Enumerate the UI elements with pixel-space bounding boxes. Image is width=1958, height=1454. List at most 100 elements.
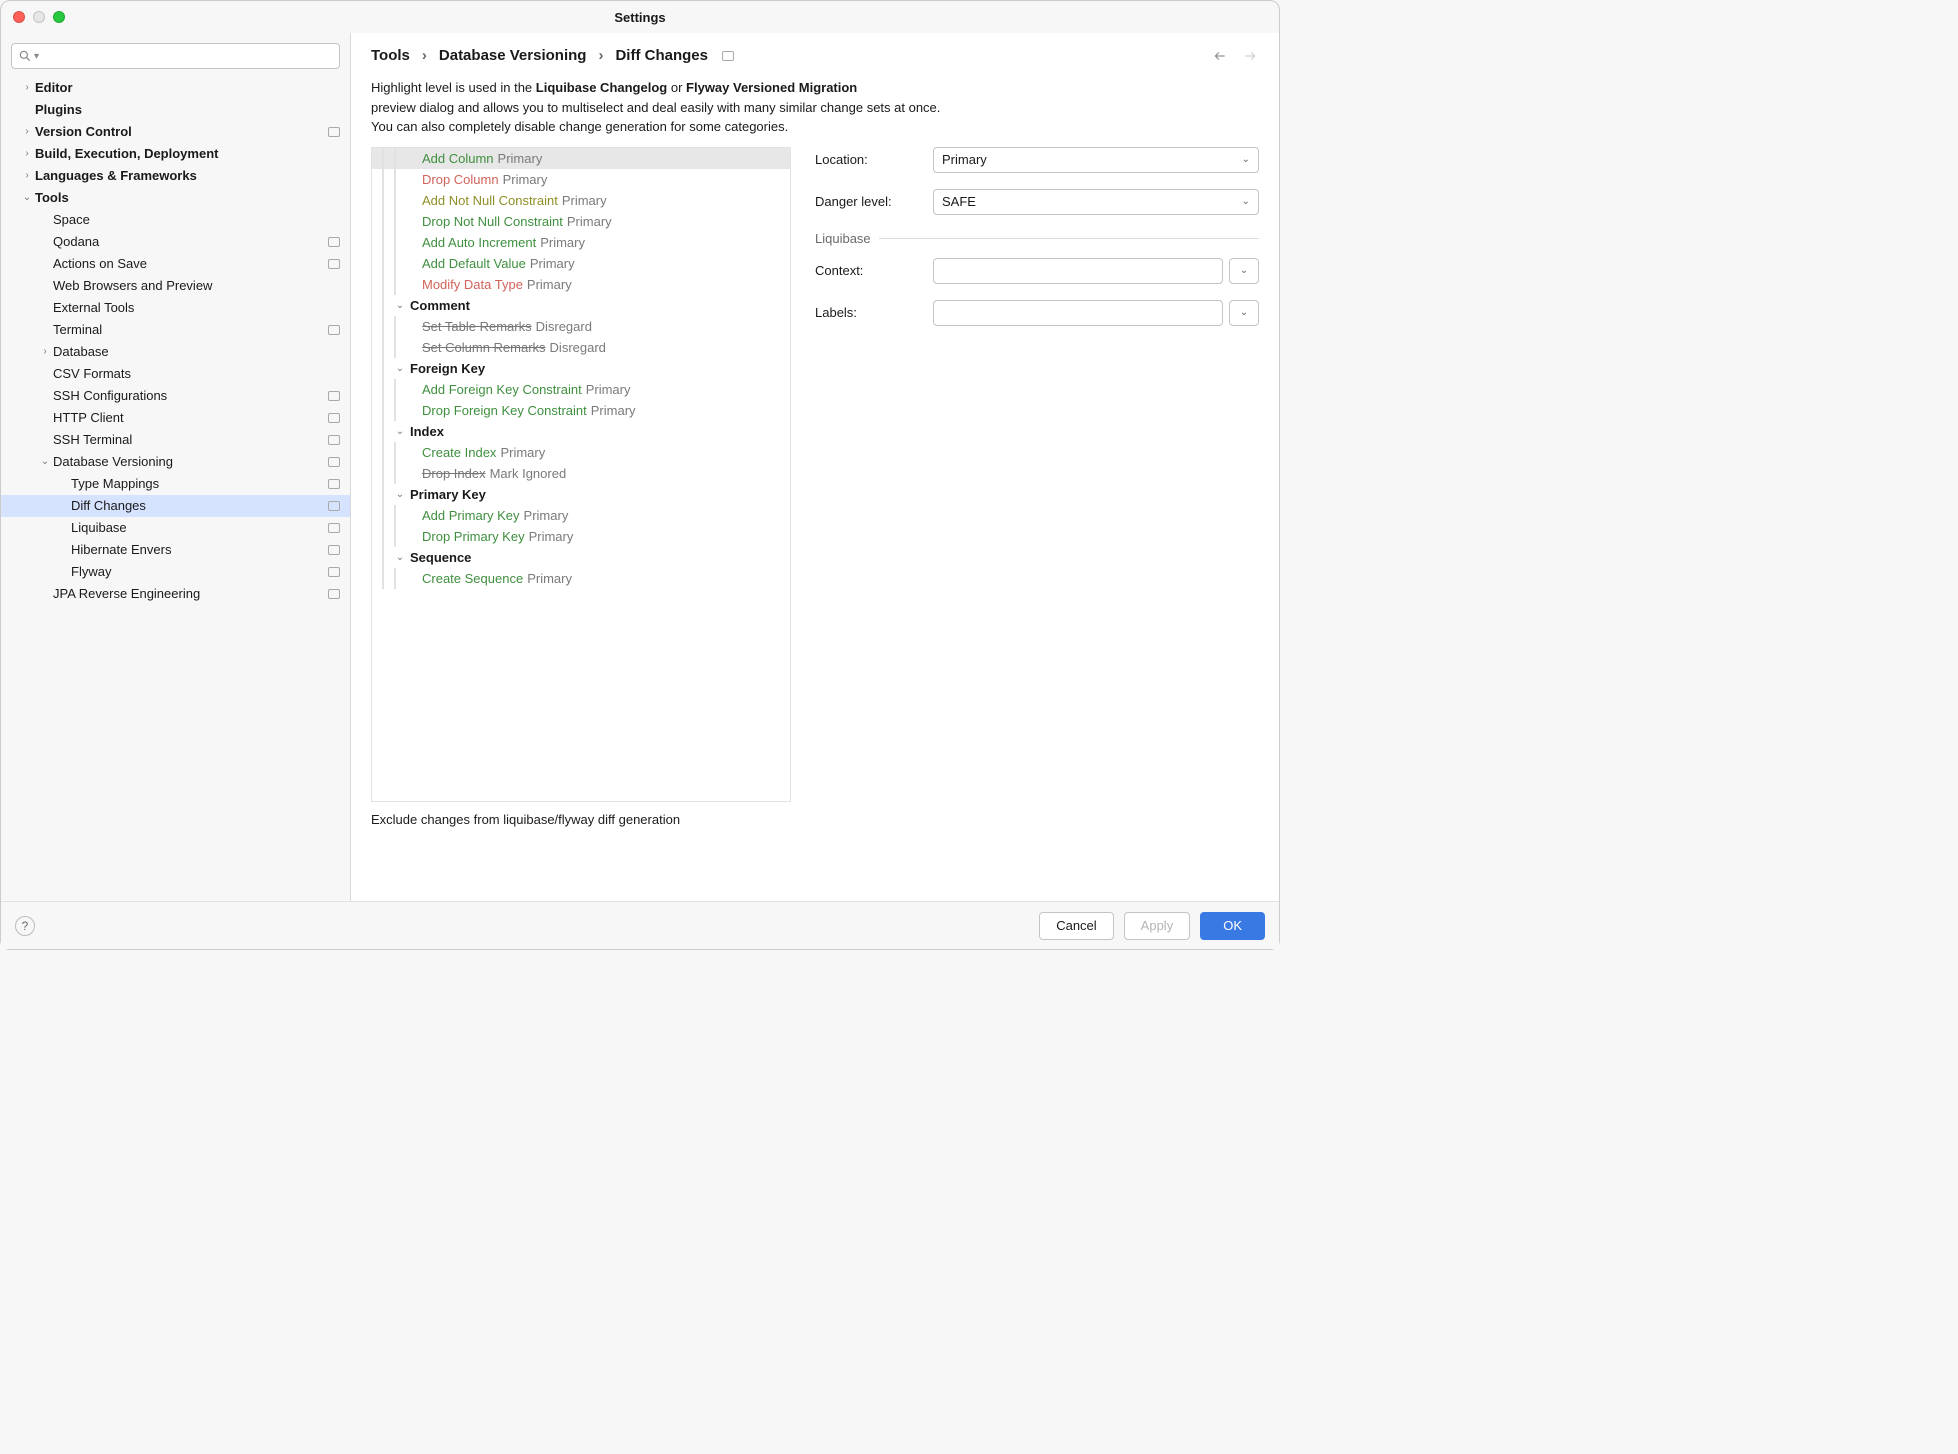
sidebar-item-label: JPA Reverse Engineering [53, 583, 200, 605]
sidebar-item-external-tools[interactable]: External Tools [1, 297, 350, 319]
context-expand-button[interactable]: ⌄ [1229, 258, 1259, 284]
main-panel: Tools › Database Versioning › Diff Chang… [351, 33, 1279, 901]
sidebar-item-liquibase[interactable]: Liquibase [1, 517, 350, 539]
sidebar-item-flyway[interactable]: Flyway [1, 561, 350, 583]
labels-expand-button[interactable]: ⌄ [1229, 300, 1259, 326]
tree-guide [394, 169, 396, 190]
cancel-button[interactable]: Cancel [1039, 912, 1113, 940]
sidebar-item-database-versioning[interactable]: ⌄Database Versioning [1, 451, 350, 473]
tree-item[interactable]: Add Foreign Key ConstraintPrimary [372, 379, 790, 400]
danger-level-select[interactable]: SAFE ⌄ [933, 189, 1259, 215]
sidebar-item-hibernate-envers[interactable]: Hibernate Envers [1, 539, 350, 561]
search-field[interactable] [43, 48, 333, 65]
window-title: Settings [1, 10, 1279, 25]
search-dropdown-icon[interactable]: ▾ [34, 51, 39, 62]
sidebar-item-ssh-configurations[interactable]: SSH Configurations [1, 385, 350, 407]
sidebar-item-diff-changes[interactable]: Diff Changes [1, 495, 350, 517]
chevron-down-icon: ⌄ [394, 552, 406, 563]
tree-item[interactable]: Drop ColumnPrimary [372, 169, 790, 190]
breadcrumb-tools[interactable]: Tools [371, 47, 410, 64]
tree-item[interactable]: Drop Not Null ConstraintPrimary [372, 211, 790, 232]
scope-badge-icon [328, 545, 340, 555]
tree-item-action: Drop Foreign Key Constraint [422, 403, 587, 418]
sidebar-item-actions-on-save[interactable]: Actions on Save [1, 253, 350, 275]
labels-input[interactable] [933, 300, 1223, 326]
sidebar-item-type-mappings[interactable]: Type Mappings [1, 473, 350, 495]
tree-guide [382, 295, 384, 316]
scope-badge-icon [328, 237, 340, 247]
sidebar-item-label: Build, Execution, Deployment [35, 143, 218, 165]
tree-group-label: Index [410, 424, 444, 439]
tree-item-location: Primary [529, 529, 574, 544]
tree-item[interactable]: Drop Foreign Key ConstraintPrimary [372, 400, 790, 421]
sidebar-item-plugins[interactable]: Plugins [1, 99, 350, 121]
sidebar-item-csv-formats[interactable]: CSV Formats [1, 363, 350, 385]
context-label: Context: [815, 263, 933, 278]
help-button[interactable]: ? [15, 916, 35, 936]
tree-item[interactable]: Create SequencePrimary [372, 568, 790, 589]
tree-guide [382, 547, 384, 568]
intro-text: Highlight level is used in the Liquibase… [371, 78, 1259, 137]
tree-guide [394, 568, 396, 589]
tree-group-primary-key[interactable]: ⌄Primary Key [372, 484, 790, 505]
tree-group-label: Foreign Key [410, 361, 485, 376]
tree-guide [382, 484, 384, 505]
tree-item[interactable]: Set Table RemarksDisregard [372, 316, 790, 337]
tree-item[interactable]: Drop IndexMark Ignored [372, 463, 790, 484]
sidebar-item-build-execution-deployment[interactable]: ›Build, Execution, Deployment [1, 143, 350, 165]
tree-item-location: Primary [527, 277, 572, 292]
sidebar-item-qodana[interactable]: Qodana [1, 231, 350, 253]
tree-item[interactable]: Set Column Remarks Disregard [372, 337, 790, 358]
tree-item[interactable]: Add Default ValuePrimary [372, 253, 790, 274]
tree-guide [394, 253, 396, 274]
tree-group-foreign-key[interactable]: ⌄Foreign Key [372, 358, 790, 379]
location-select[interactable]: Primary ⌄ [933, 147, 1259, 173]
diff-changes-tree[interactable]: Add ColumnPrimaryDrop ColumnPrimaryAdd N… [371, 147, 791, 802]
tree-guide [382, 169, 384, 190]
tree-item[interactable]: Add ColumnPrimary [372, 148, 790, 169]
sidebar-item-database[interactable]: ›Database [1, 341, 350, 363]
tree-item-location: Disregard [550, 340, 606, 355]
tree-guide [394, 316, 396, 337]
chevron-right-icon: › [21, 143, 33, 165]
sidebar-item-terminal[interactable]: Terminal [1, 319, 350, 341]
sidebar-item-languages-frameworks[interactable]: ›Languages & Frameworks [1, 165, 350, 187]
tree-item-location: Primary [540, 235, 585, 250]
tree-group-index[interactable]: ⌄Index [372, 421, 790, 442]
tree-item[interactable]: Add Auto IncrementPrimary [372, 232, 790, 253]
sidebar-item-jpa-reverse-engineering[interactable]: JPA Reverse Engineering [1, 583, 350, 605]
tree-item[interactable]: Modify Data TypePrimary [372, 274, 790, 295]
breadcrumb-db-versioning[interactable]: Database Versioning [439, 47, 587, 64]
chevron-right-icon: › [39, 341, 51, 363]
chevron-down-icon: ⌄ [21, 187, 33, 209]
sidebar-item-version-control[interactable]: ›Version Control [1, 121, 350, 143]
sidebar-item-ssh-terminal[interactable]: SSH Terminal [1, 429, 350, 451]
liquibase-section-label: Liquibase [815, 231, 871, 246]
sidebar-item-http-client[interactable]: HTTP Client [1, 407, 350, 429]
sidebar-item-label: Hibernate Envers [71, 539, 171, 561]
sidebar-item-editor[interactable]: ›Editor [1, 77, 350, 99]
sidebar-item-web-browsers-and-preview[interactable]: Web Browsers and Preview [1, 275, 350, 297]
tree-item-location: Mark Ignored [490, 466, 567, 481]
tree-guide [394, 379, 396, 400]
ok-button[interactable]: OK [1200, 912, 1265, 940]
tree-group-sequence[interactable]: ⌄Sequence [372, 547, 790, 568]
chevron-down-icon: ⌄ [1242, 196, 1250, 207]
scope-badge-icon [328, 479, 340, 489]
sidebar-item-space[interactable]: Space [1, 209, 350, 231]
tree-group-comment[interactable]: ⌄Comment [372, 295, 790, 316]
sidebar-item-label: SSH Terminal [53, 429, 132, 451]
tree-item[interactable]: Create IndexPrimary [372, 442, 790, 463]
sidebar-item-label: Tools [35, 187, 69, 209]
sidebar-item-tools[interactable]: ⌄Tools [1, 187, 350, 209]
sidebar-item-label: SSH Configurations [53, 385, 167, 407]
search-input[interactable]: ▾ [11, 43, 340, 69]
tree-item[interactable]: Add Not Null ConstraintPrimary [372, 190, 790, 211]
back-button[interactable] [1211, 49, 1229, 63]
tree-item[interactable]: Drop Primary KeyPrimary [372, 526, 790, 547]
context-input[interactable] [933, 258, 1223, 284]
tree-guide [382, 211, 384, 232]
tree-item[interactable]: Add Primary KeyPrimary [372, 505, 790, 526]
settings-tree[interactable]: ›EditorPlugins›Version Control›Build, Ex… [1, 75, 350, 901]
tree-item-action: Set Column Remarks [422, 340, 546, 355]
